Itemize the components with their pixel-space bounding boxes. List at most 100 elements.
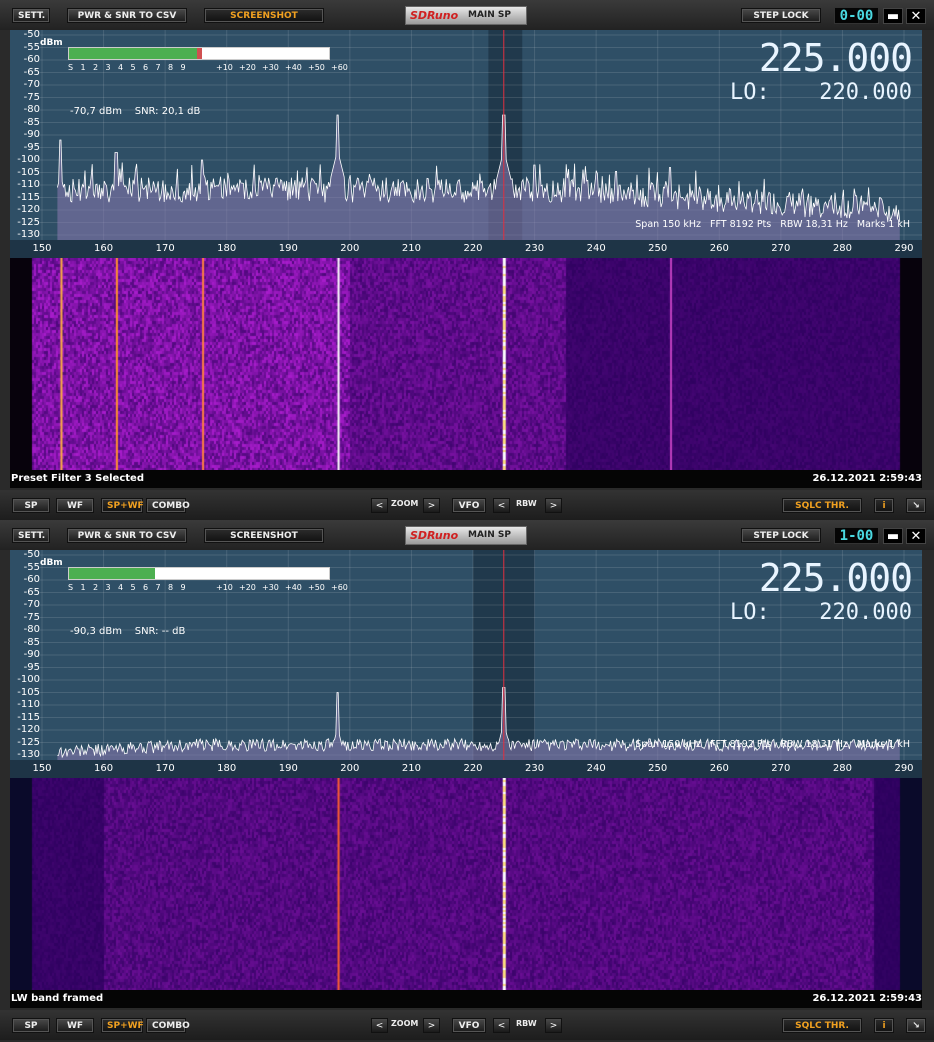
sp-mode-button[interactable]: SP [12,498,50,513]
pwr-snr-csv-button[interactable]: PWR & SNR TO CSV [67,528,187,543]
x-tick-label: 290 [894,243,914,254]
sdruno-logo: SDRuno [410,529,459,542]
status-timestamp: 26.12.2021 2:59:43 [812,473,922,484]
y-tick-label: -130 [17,749,40,760]
rbw-down-button[interactable]: < [493,1018,510,1033]
zoom-label: ZOOM [391,1019,419,1028]
s-meter-tick: +40 [285,583,302,592]
frequency-display[interactable]: 225.000 [759,36,913,80]
zoom-out-button[interactable]: < [371,498,388,513]
settings-button[interactable]: SETT. [12,528,50,543]
y-tick-label: -115 [17,191,40,203]
x-tick-label: 260 [709,763,729,774]
pwr-snr-csv-button[interactable]: PWR & SNR TO CSV [67,8,187,23]
sqlc-threshold-button[interactable]: SQLC THR. [782,498,862,513]
spectrum-display[interactable]: -50 -55 -60 -65 -70 -75 -80 -85 -90 -95 -100 -105 -1… [10,30,922,240]
s-meter-tick: S [68,63,74,72]
x-tick-label: 160 [94,243,114,254]
wf-mode-button[interactable]: WF [56,1018,94,1033]
y-tick-label: -130 [17,229,40,240]
rbw-label: RBW [516,499,537,508]
toolbar: SETT. PWR & SNR TO CSV SCREENSHOT SDRuno… [0,520,934,550]
x-tick-label: 230 [525,763,545,774]
y-tick-label: -80 [23,624,40,635]
frequency-display[interactable]: 225.000 [759,556,913,600]
sp-wf-mode-button[interactable]: SP+WF [101,1018,144,1033]
y-tick-label: -115 [17,711,40,723]
rbw-up-button[interactable]: > [545,498,562,513]
s-meter-tick: +60 [331,63,348,72]
wf-mode-button[interactable]: WF [56,498,94,513]
zoom-in-button[interactable]: > [423,498,440,513]
s-meter-tick: 5 [130,583,136,592]
info-button[interactable]: i [874,498,894,513]
lo-frequency[interactable]: 220.000 [819,600,912,625]
zoom-in-button[interactable]: > [423,1018,440,1033]
x-tick-label: 180 [217,243,237,254]
y-tick-label: -100 [17,154,40,165]
rbw-label: RBW [516,1019,537,1028]
dbm-unit-label: dBm [40,558,63,568]
vfo-button[interactable]: VFO [452,498,486,513]
s-meter-tick: 9 [180,63,186,72]
close-icon[interactable]: ✕ [906,8,926,24]
screenshot-button[interactable]: SCREENSHOT [204,8,324,23]
frequency-axis: 150 160 170 180 190 200 210 220 230 240 250 260 270 2… [10,240,922,258]
x-tick-label: 170 [155,763,175,774]
minimize-icon[interactable]: ▬ [883,528,903,544]
spectrum-display[interactable]: -50 -55 -60 -65 -70 -75 -80 -85 -90 -95 -100 -105 -1… [10,550,922,760]
x-tick-label: 280 [832,243,852,254]
status-timestamp: 26.12.2021 2:59:43 [812,993,922,1004]
x-tick-label: 160 [94,763,114,774]
s-meter-tick: +10 [216,583,233,592]
combo-mode-button[interactable]: COMBO [146,498,190,513]
s-meter-scale: S 1 2 3 4 5 6 7 8 9 +10 +20 +30 +40 +50 +60 [68,63,348,73]
minimize-icon[interactable]: ▬ [883,8,903,24]
y-tick-label: -125 [17,216,40,228]
y-tick-label: -95 [23,141,40,153]
combo-mode-button[interactable]: COMBO [146,1018,190,1033]
lo-frequency[interactable]: 220.000 [819,80,912,105]
s-meter-tick: +50 [308,583,325,592]
resize-icon[interactable]: ↘ [906,498,926,513]
s-meter-scale: S 1 2 3 4 5 6 7 8 9 +10 +20 +30 +40 +50 +60 [68,583,348,593]
waterfall-display[interactable] [10,258,922,470]
y-tick-label: -110 [17,699,40,710]
s-meter-tick: 5 [130,63,136,72]
sqlc-threshold-button[interactable]: SQLC THR. [782,1018,862,1033]
s-meter-tick: 9 [180,583,186,592]
main-sp-label: MAIN SP [468,530,512,540]
s-meter-tick: +30 [262,583,279,592]
rbw-down-button[interactable]: < [493,498,510,513]
vfo-button[interactable]: VFO [452,1018,486,1033]
x-tick-label: 220 [463,763,483,774]
s-meter-tick: +60 [331,583,348,592]
close-icon[interactable]: ✕ [906,528,926,544]
x-tick-label: 200 [340,763,360,774]
y-tick-label: -70 [23,79,40,90]
y-tick-label: -90 [23,649,40,660]
x-tick-label: 210 [401,243,421,254]
sp-mode-button[interactable]: SP [12,1018,50,1033]
y-tick-label: -105 [17,166,40,178]
x-tick-label: 260 [709,243,729,254]
waterfall-display[interactable] [10,778,922,990]
y-tick-label: -85 [23,636,40,648]
info-button[interactable]: i [874,1018,894,1033]
settings-button[interactable]: SETT. [12,8,50,23]
screenshot-button[interactable]: SCREENSHOT [204,528,324,543]
s-meter-tick: 8 [168,63,174,72]
rbw-up-button[interactable]: > [545,1018,562,1033]
s-meter-tick: 4 [118,583,124,592]
zoom-out-button[interactable]: < [371,1018,388,1033]
s-meter-tick: +30 [262,63,279,72]
step-lock-button[interactable]: STEP LOCK [741,528,821,543]
y-tick-label: -75 [23,91,40,103]
s-meter-tick: 3 [105,583,111,592]
sp-wf-mode-button[interactable]: SP+WF [101,498,144,513]
status-message: LW band framed [11,993,104,1004]
step-lock-button[interactable]: STEP LOCK [741,8,821,23]
resize-icon[interactable]: ↘ [906,1018,926,1033]
x-tick-label: 280 [832,763,852,774]
s-meter-tick: 8 [168,583,174,592]
